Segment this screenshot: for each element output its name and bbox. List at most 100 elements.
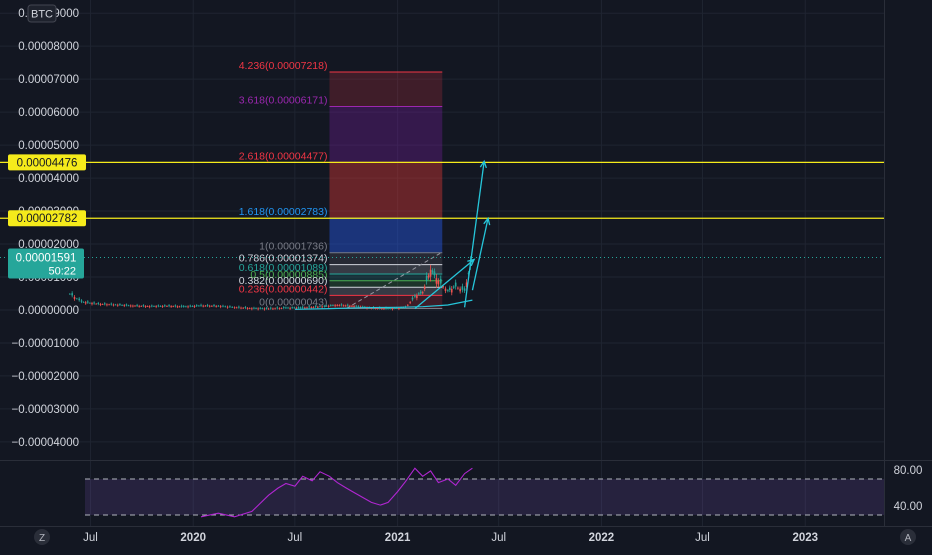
candle-body: [444, 288, 447, 292]
candle-body: [189, 305, 192, 307]
candle-body: [134, 305, 136, 307]
candle-body: [178, 306, 181, 308]
candle-body: [267, 308, 270, 310]
fib-level-label: 1.618(0.00002783): [239, 206, 328, 218]
candle-body: [140, 306, 143, 307]
candle-body: [73, 296, 76, 299]
candle-body: [231, 306, 234, 308]
candle-body: [289, 307, 291, 309]
symbol-badge[interactable]: BTC: [27, 4, 57, 23]
candle-body: [308, 306, 310, 308]
candle-body: [206, 304, 209, 306]
candle-body: [80, 300, 83, 302]
candle-body: [246, 308, 249, 309]
candle-body: [204, 305, 207, 307]
candle-body: [219, 306, 222, 308]
candle-body: [84, 302, 87, 304]
candle-body: [381, 308, 383, 310]
time-axis-label: Jul: [491, 532, 506, 544]
bar-countdown: 50:22: [48, 266, 76, 278]
candle-body: [148, 306, 151, 308]
candle-body: [299, 307, 302, 309]
candle-body: [235, 307, 238, 309]
candle-body: [357, 306, 360, 307]
price-badge: 0.00002782: [8, 210, 86, 227]
price-tick-label: 0.00006000: [18, 107, 79, 119]
candle-body: [123, 305, 126, 306]
last-price-badge: 0.0000159150:22: [8, 248, 84, 279]
candle-body: [423, 286, 426, 290]
fib-zone: [329, 106, 443, 163]
price-tick-label: 0.00008000: [18, 41, 79, 53]
candle-body: [240, 307, 242, 309]
candle-body: [114, 304, 117, 306]
price-tick-label: −0.00003000: [12, 404, 79, 416]
candle-body: [142, 305, 145, 307]
price-tick-label: 0.00007000: [18, 74, 79, 86]
candle-body: [317, 306, 319, 308]
candle-body: [425, 275, 428, 281]
auto-scale-button[interactable]: A: [900, 529, 916, 545]
candle-body: [437, 280, 440, 285]
candle-body: [146, 306, 149, 308]
candle-body: [255, 308, 257, 309]
candle-body: [265, 308, 268, 309]
candle-body: [314, 306, 317, 307]
price-tick-label: −0.00004000: [12, 437, 79, 449]
candle-body: [121, 304, 123, 306]
fib-zone: [329, 218, 443, 253]
candle-body: [342, 305, 345, 307]
candle-body: [344, 305, 347, 307]
candle-body: [269, 307, 272, 309]
candle-body: [166, 306, 168, 307]
fib-level-label: 2.618(0.00004477): [239, 150, 328, 162]
candle-body: [346, 304, 349, 306]
auto-scale-button-label: A: [905, 533, 912, 544]
fib-level-label: 4.236(0.00007218): [239, 60, 328, 72]
candle-body: [330, 305, 332, 306]
price-badge-label: 0.00004476: [17, 157, 78, 169]
candle-body: [450, 288, 453, 293]
candle-body: [332, 305, 334, 306]
candle-body: [421, 292, 424, 294]
candle-body: [272, 308, 274, 310]
candle-body: [233, 307, 236, 309]
candle-body: [389, 308, 392, 309]
fib-level-label: 0.236(0.00000442): [239, 283, 328, 295]
candle-body: [97, 303, 100, 305]
candle-body: [116, 304, 119, 306]
candle-body: [414, 295, 416, 297]
candle-body: [261, 308, 264, 310]
candle-body: [293, 307, 296, 309]
price-badge-label: 0.00002782: [17, 213, 78, 225]
candle-body: [351, 305, 353, 307]
time-axis-label: 2021: [385, 532, 411, 544]
candle-body: [282, 307, 285, 309]
candle-body: [435, 278, 438, 284]
candle-body: [409, 302, 411, 304]
candle-body: [198, 305, 200, 307]
candle-body: [103, 303, 106, 305]
candle-body: [419, 291, 422, 294]
rsi-axis-label: 40.00: [894, 501, 923, 513]
timezone-button[interactable]: Z: [34, 529, 50, 545]
candle-body: [353, 306, 355, 307]
candle-body: [213, 305, 215, 306]
candle-body: [110, 303, 113, 305]
candle-body: [91, 303, 93, 305]
last-price-label: 0.00001591: [16, 253, 77, 265]
candle-body: [280, 308, 283, 309]
candle-body: [164, 305, 166, 307]
chart-canvas[interactable]: 0.000090000.000080000.000070000.00006000…: [0, 0, 932, 550]
candle-body: [461, 286, 464, 290]
candle-body: [355, 305, 358, 307]
candle-body: [263, 308, 266, 310]
candle-body: [285, 307, 287, 309]
candle-body: [161, 306, 164, 307]
candle-body: [200, 304, 202, 306]
candle-body: [374, 308, 377, 309]
fib-zone: [329, 162, 443, 219]
candle-body: [187, 306, 189, 308]
candle-body: [398, 308, 400, 309]
candle-body: [406, 304, 409, 306]
